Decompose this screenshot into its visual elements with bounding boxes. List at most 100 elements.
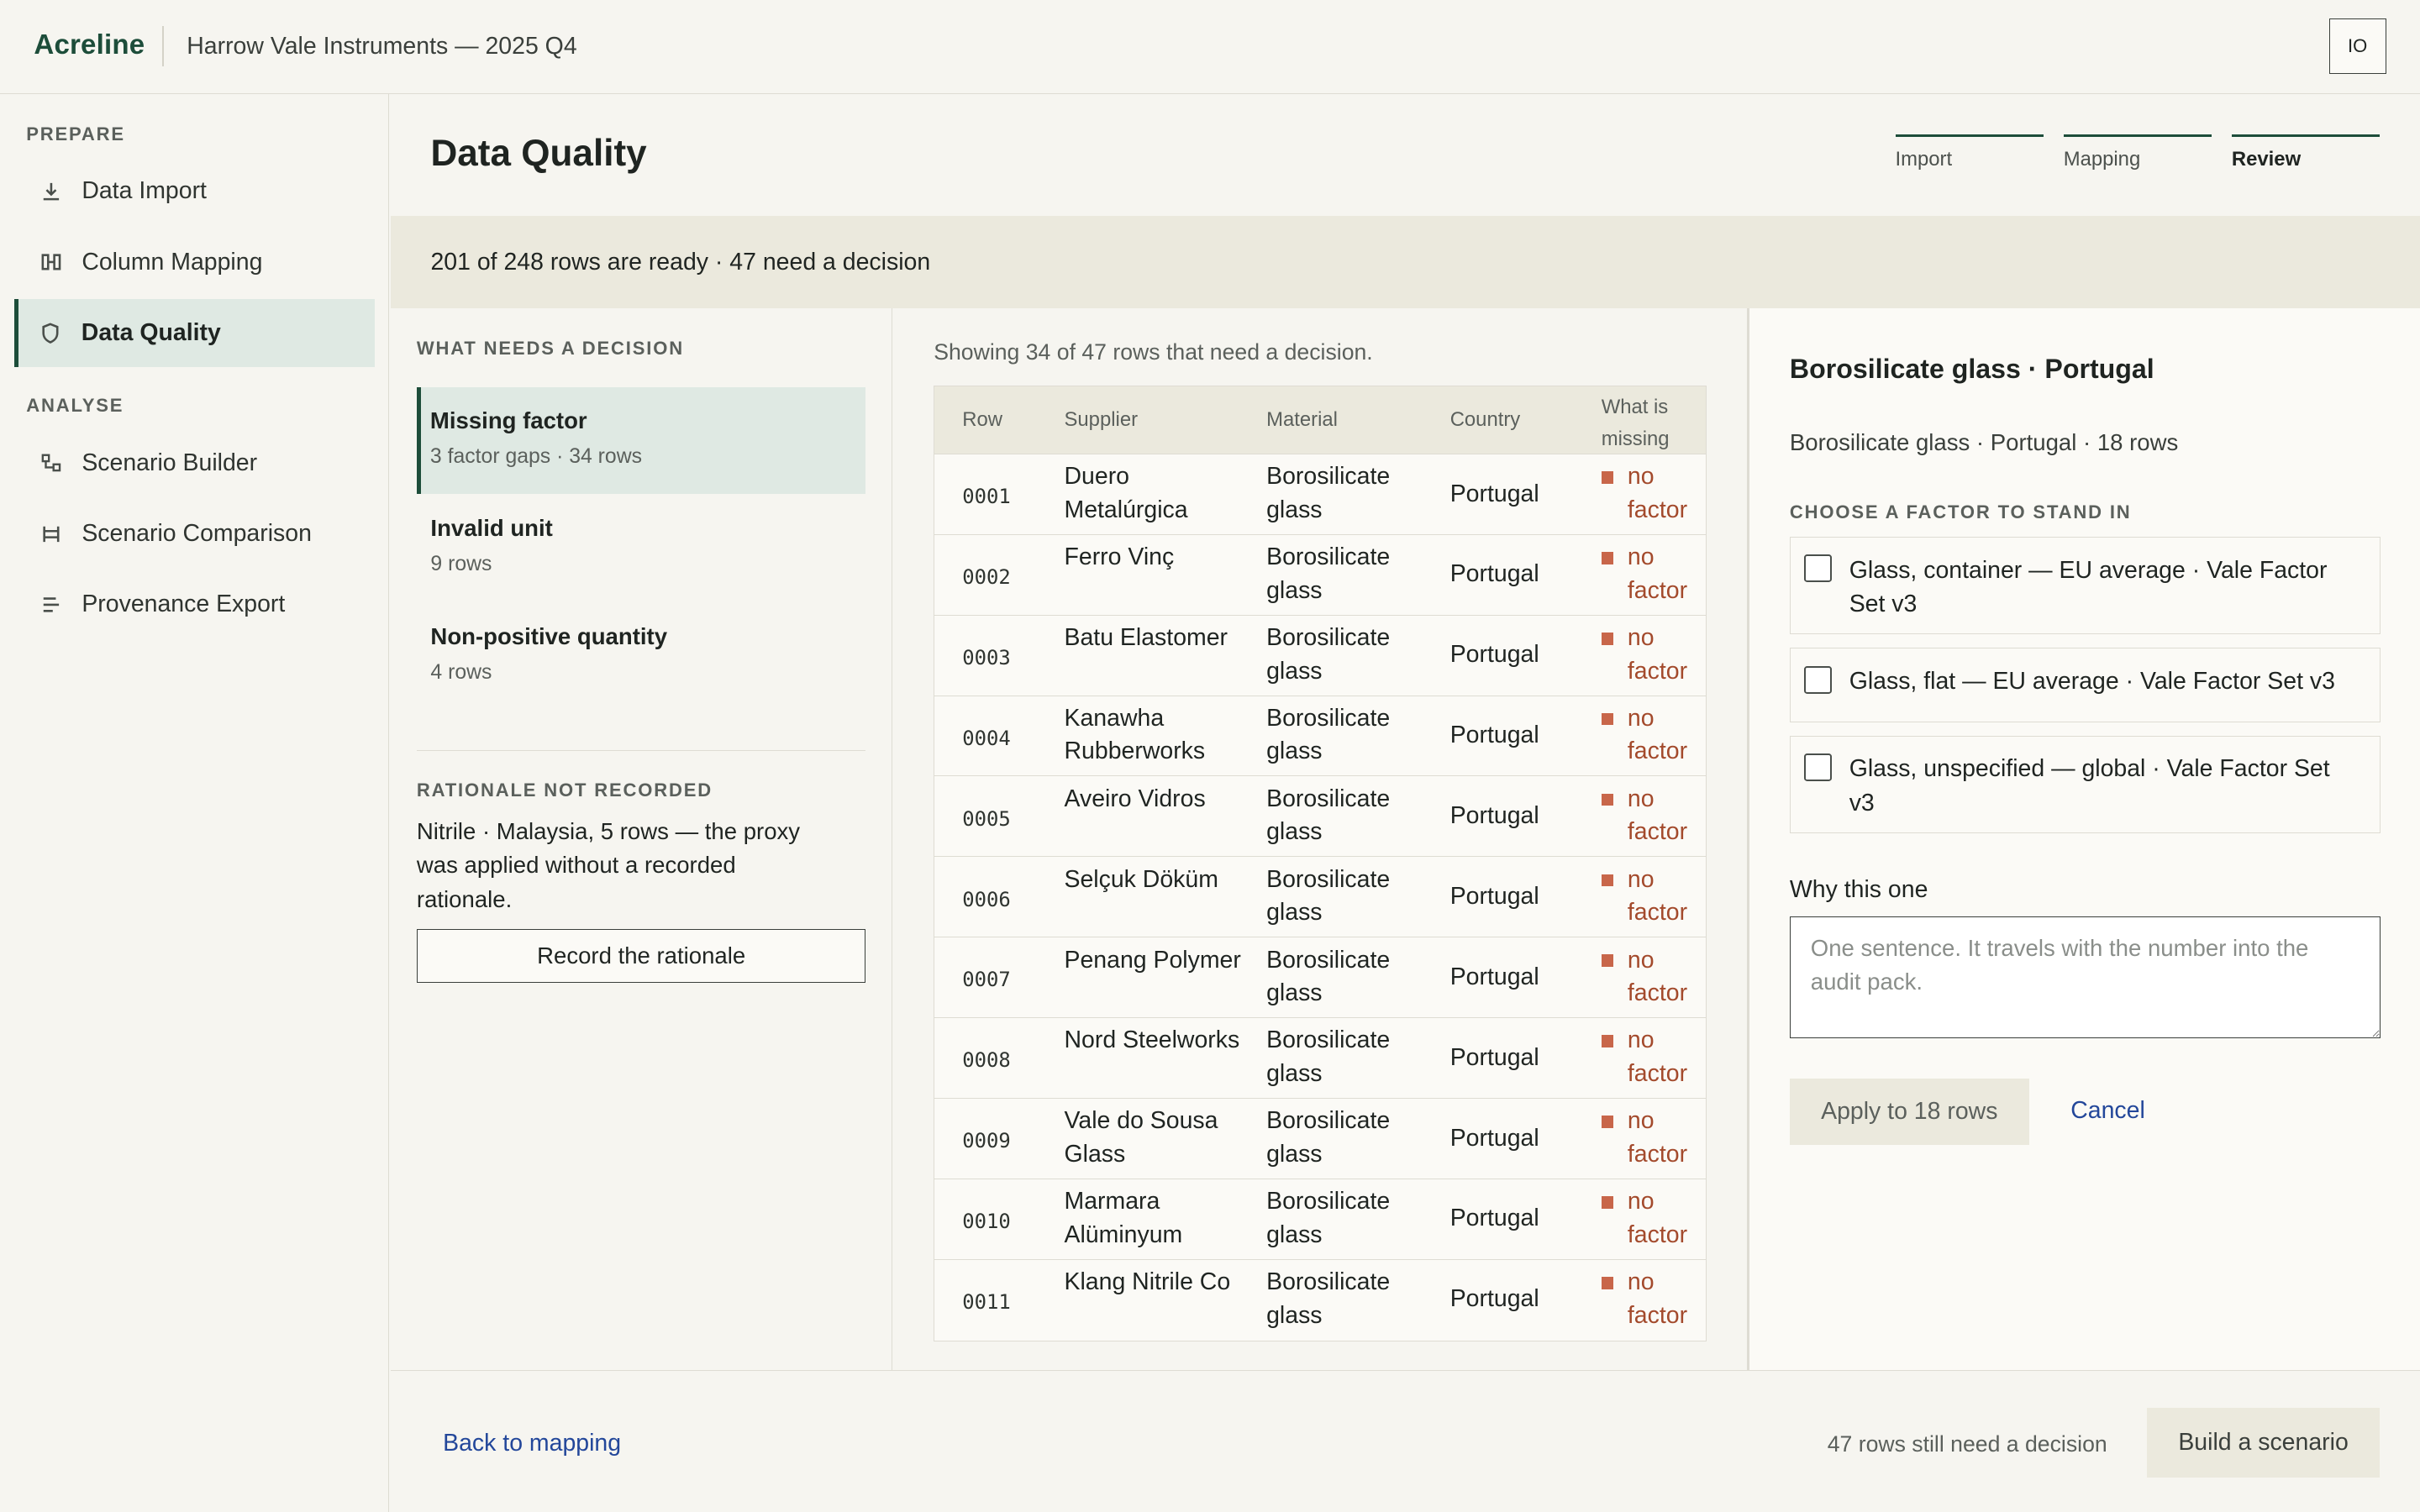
factor-option-label: Glass, flat — EU average · Vale Factor S… <box>1849 667 2335 695</box>
cell-material: Borosilicate glass <box>1266 785 1391 846</box>
issue-title: Non-positive quantity <box>430 623 668 650</box>
table-row[interactable]: 0010 Marmara Alüminyum Borosilicate glass P… <box>934 1179 1707 1260</box>
issue-group-missing-factor[interactable]: Missing factor 3 factor gaps · 34 rows <box>416 387 866 494</box>
top-bar-divider <box>161 26 164 66</box>
rationale-heading: RATIONALE NOT RECORDED <box>416 779 713 801</box>
column-header-row[interactable]: Row <box>962 408 1002 432</box>
cell-country: Portugal <box>1449 963 1539 990</box>
sidebar-item-column-mapping[interactable]: Column Mapping <box>14 228 376 297</box>
missing-label: no factor <box>1627 543 1688 604</box>
flow-icon <box>40 452 62 474</box>
cell-material: Borosilicate glass <box>1266 543 1391 604</box>
download-icon <box>40 181 62 202</box>
step-review[interactable]: Review <box>2231 134 2381 171</box>
table-row[interactable]: 0006 Selçuk Döküm Borosilicate glass Portug… <box>934 857 1707 938</box>
cell-supplier: Vale do Sousa Glass <box>1064 1107 1218 1168</box>
footer-status: 47 rows still need a decision <box>1827 1431 2107 1457</box>
factor-option-glass-container[interactable]: Glass, container — EU average · Vale Fac… <box>1789 537 2381 634</box>
sidebar-item-scenario-builder[interactable]: Scenario Builder <box>14 429 376 497</box>
compare-icon <box>40 523 62 545</box>
missing-label: no factor <box>1627 1026 1688 1087</box>
table-row[interactable]: 0007 Penang Polymer Borosilicate glass Port… <box>934 937 1707 1019</box>
cell-row-number: 0005 <box>962 806 1011 831</box>
brand-logo[interactable]: Acreline <box>34 29 145 61</box>
cell-missing: no factor <box>1601 541 1703 607</box>
apply-button[interactable]: Apply to 18 rows <box>1789 1078 2029 1145</box>
rationale-input[interactable] <box>1789 916 2381 1039</box>
readiness-banner: 201 of 248 rows are ready · 47 need a de… <box>390 216 2420 309</box>
cell-row-number: 0010 <box>962 1210 1011 1234</box>
cell-row-number: 0009 <box>962 1129 1011 1153</box>
table-row[interactable]: 0009 Vale do Sousa Glass Borosilicate glas… <box>934 1099 1707 1179</box>
cell-material: Borosilicate glass <box>1266 1026 1391 1087</box>
panel-title: Borosilicate glass · Portugal <box>1789 353 2154 384</box>
sidebar-item-scenario-comparison[interactable]: Scenario Comparison <box>14 500 376 568</box>
cell-missing: no factor <box>1601 1024 1703 1090</box>
column-header-missing[interactable]: What is missing <box>1602 391 1691 456</box>
factor-option-checkbox[interactable] <box>1804 554 1833 583</box>
cell-material: Borosilicate glass <box>1266 946 1391 1007</box>
user-avatar[interactable]: IO <box>2328 18 2386 75</box>
factor-option-checkbox[interactable] <box>1804 753 1833 782</box>
missing-status-marker <box>1601 712 1614 726</box>
sidebar-section-prepare: PREPARE <box>26 123 125 144</box>
sidebar-item-data-quality[interactable]: Data Quality <box>13 299 376 368</box>
build-scenario-button[interactable]: Build a scenario <box>2146 1408 2381 1478</box>
step-mapping[interactable]: Mapping <box>2063 134 2212 171</box>
divider <box>416 749 866 752</box>
shield-icon <box>39 323 61 344</box>
table-row[interactable]: 0004 Kanawha Rubberworks Borosilicate glas… <box>934 696 1707 777</box>
issues-heading: WHAT NEEDS A DECISION <box>416 338 684 360</box>
page-title: Data Quality <box>430 132 647 174</box>
missing-label: no factor <box>1627 1188 1688 1248</box>
factor-option-checkbox[interactable] <box>1804 665 1833 694</box>
rows-table: Row Supplier Material Country What is mi… <box>934 386 1707 1341</box>
table-row[interactable]: 0001 Duero Metalúrgica Borosilicate glass P… <box>934 454 1707 535</box>
table-header: Row Supplier Material Country What is mi… <box>934 386 1707 456</box>
cell-missing: no factor <box>1601 1105 1703 1171</box>
issue-count: 3 factor gaps · 34 rows <box>429 444 642 468</box>
cancel-link[interactable]: Cancel <box>2070 1097 2145 1125</box>
table-row[interactable]: 0011 Klang Nitrile Co Borosilicate glass Po… <box>934 1260 1706 1341</box>
issue-group-invalid-unit[interactable]: Invalid unit 9 rows <box>417 496 865 602</box>
sidebar-item-provenance-export[interactable]: Provenance Export <box>14 571 376 639</box>
column-header-country[interactable]: Country <box>1450 408 1521 432</box>
missing-status-marker <box>1601 1035 1614 1047</box>
issue-groups-panel: WHAT NEEDS A DECISION Missing factor 3 f… <box>391 308 892 1371</box>
cell-country: Portugal <box>1449 641 1539 669</box>
back-to-mapping-link[interactable]: Back to mapping <box>443 1430 621 1457</box>
cell-country: Portugal <box>1449 802 1539 830</box>
record-rationale-button[interactable]: Record the rationale <box>416 928 866 983</box>
cell-row-number: 0001 <box>962 485 1011 509</box>
missing-label: no factor <box>1627 1107 1688 1168</box>
columns-icon <box>40 251 62 273</box>
cell-material: Borosilicate glass <box>1266 1107 1391 1168</box>
factor-option-glass-unspecified[interactable]: Glass, unspecified — global · Vale Facto… <box>1789 736 2381 833</box>
table-row[interactable]: 0003 Batu Elastomer Borosilicate glass Port… <box>934 616 1707 696</box>
cell-missing: no factor <box>1601 460 1703 527</box>
cell-row-number: 0002 <box>962 565 1011 590</box>
cell-missing: no factor <box>1601 783 1703 849</box>
sidebar-item-label: Data Import <box>82 177 207 205</box>
sidebar-item-label: Data Quality <box>81 319 221 347</box>
cell-supplier: Selçuk Döküm <box>1064 865 1218 893</box>
sidebar-item-data-import[interactable]: Data Import <box>14 157 376 225</box>
cell-material: Borosilicate glass <box>1266 704 1391 765</box>
table-row[interactable]: 0005 Aveiro Vidros Borosilicate glass Portu… <box>934 776 1707 858</box>
cell-missing: no factor <box>1601 944 1703 1011</box>
issue-group-non-positive-quantity[interactable]: Non-positive quantity 4 rows <box>417 603 865 710</box>
cell-country: Portugal <box>1449 1043 1539 1071</box>
missing-status-marker <box>1601 1196 1614 1209</box>
table-row[interactable]: 0008 Nord Steelworks Borosilicate glass Por… <box>934 1018 1707 1099</box>
column-header-supplier[interactable]: Supplier <box>1065 408 1139 432</box>
step-import[interactable]: Import <box>1895 134 2044 171</box>
missing-label: no factor <box>1627 946 1688 1007</box>
rows-showing-caption: Showing 34 of 47 rows that need a decisi… <box>934 339 1373 365</box>
footer-bar: Back to mapping 47 rows still need a dec… <box>390 1370 2420 1512</box>
factor-option-glass-flat[interactable]: Glass, flat — EU average · Vale Factor S… <box>1789 648 2381 722</box>
table-row[interactable]: 0002 Ferro Vinç Borosilicate glass Portugal… <box>934 535 1707 616</box>
cell-missing: no factor <box>1601 864 1703 930</box>
sidebar-item-label: Scenario Builder <box>82 449 258 476</box>
missing-status-marker <box>1601 1116 1614 1128</box>
column-header-material[interactable]: Material <box>1266 408 1338 432</box>
